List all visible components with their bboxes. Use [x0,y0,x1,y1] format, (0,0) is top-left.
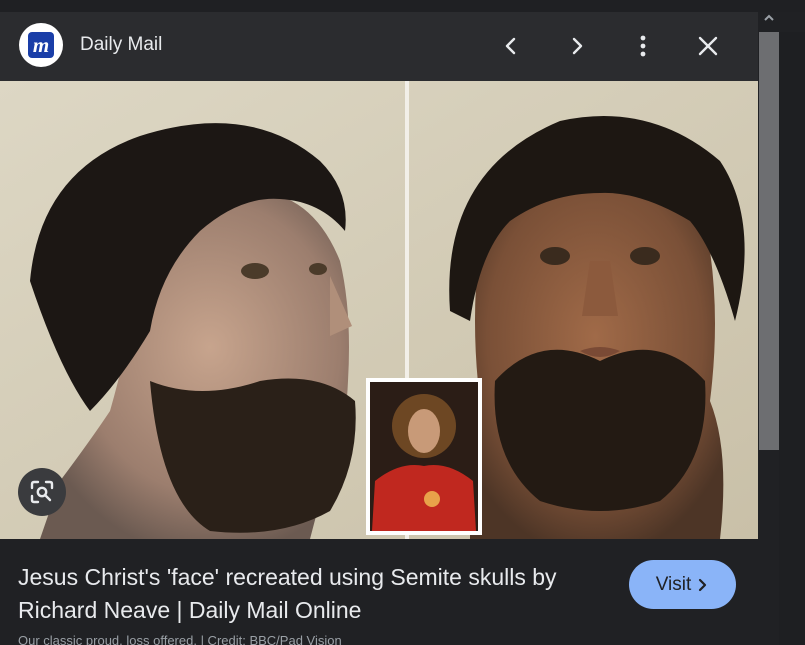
source-logo[interactable]: m [19,23,63,67]
more-options-button[interactable] [623,26,663,66]
image-preview-panel: m Daily Mail Jesus Christ's 'face' recre… [0,12,758,645]
facial-reconstruction-image [0,81,758,539]
chevron-right-icon [699,578,707,591]
visit-label: Visit [655,573,692,595]
chevron-right-icon [572,37,583,55]
next-button[interactable] [557,26,597,66]
chevron-left-icon [505,37,516,55]
image-credit: Our classic proud, loss offered. | Credi… [18,633,342,645]
result-info: Jesus Christ's 'face' recreated using Se… [0,539,758,645]
preview-image[interactable] [0,81,758,539]
preview-header: m Daily Mail [0,12,758,81]
source-name[interactable]: Daily Mail [80,34,162,56]
visual-search-button[interactable] [18,468,66,516]
result-title[interactable]: Jesus Christ's 'face' recreated using Se… [18,561,608,627]
close-button[interactable] [688,26,728,66]
daily-mail-logo-icon: m [28,32,54,58]
previous-button[interactable] [491,26,531,66]
close-icon [698,36,718,56]
top-strip [0,0,805,12]
visit-button[interactable]: Visit [629,560,736,609]
scrollbar-thumb[interactable] [759,32,779,450]
scrollbar-gutter [779,32,805,645]
lens-icon [30,480,54,504]
more-vertical-icon [640,35,646,57]
scroll-up-icon[interactable] [762,11,776,25]
